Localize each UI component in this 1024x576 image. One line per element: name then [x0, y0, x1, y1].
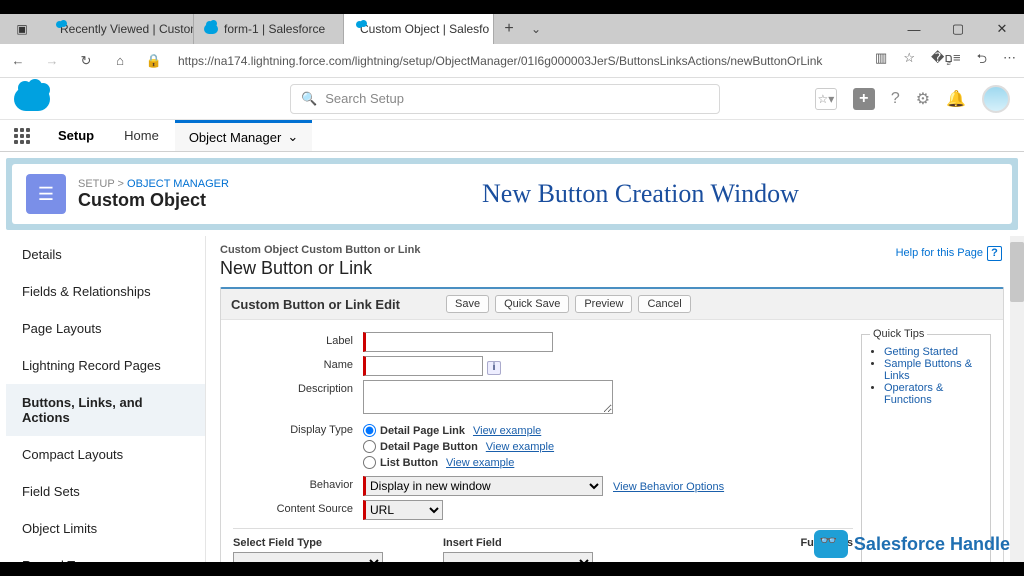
behavior-select[interactable]: Display in new window: [363, 476, 603, 496]
quick-tips-legend: Quick Tips: [870, 328, 927, 340]
nav-home[interactable]: Home: [108, 120, 175, 151]
preview-button[interactable]: Preview: [575, 295, 632, 313]
forward-icon[interactable]: →: [42, 53, 62, 68]
radio-detail-page-link: Detail Page LinkView example: [363, 424, 554, 437]
notifications-icon[interactable]: 🔔: [946, 89, 966, 109]
gear-icon[interactable]: ⚙: [916, 89, 930, 109]
global-actions-button[interactable]: +: [853, 88, 875, 110]
content-source-select[interactable]: URL: [363, 500, 443, 520]
search-placeholder: Search Setup: [325, 91, 404, 106]
page-title: Custom Object: [78, 190, 229, 211]
favorite-icon[interactable]: ☆: [903, 50, 915, 72]
url-field[interactable]: https://na174.lightning.force.com/lightn…: [178, 54, 861, 68]
context-label: Custom Object Custom Button or Link: [220, 244, 1004, 256]
sidebar-item-page-layouts[interactable]: Page Layouts: [6, 310, 205, 347]
more-icon[interactable]: ⋯: [1003, 50, 1016, 72]
help-link[interactable]: Help for this Page: [896, 246, 1002, 261]
edit-panel: Custom Button or Link Edit Save Quick Sa…: [220, 287, 1004, 562]
view-example-link[interactable]: View example: [446, 457, 514, 469]
label-content-source: Content Source: [233, 500, 363, 515]
save-button[interactable]: Save: [446, 295, 489, 313]
insert-field-select[interactable]: [443, 552, 593, 562]
chevron-down-icon: ⌄: [287, 129, 298, 145]
quick-save-button[interactable]: Quick Save: [495, 295, 569, 313]
share-icon[interactable]: ⮌: [977, 50, 987, 72]
favorites-bar-icon[interactable]: �םٍ≡: [931, 50, 961, 72]
tab-form1[interactable]: form-1 | Salesforce: [194, 14, 344, 44]
select-field-type-label: Select Field Type: [233, 537, 383, 549]
minimize-button[interactable]: —: [892, 14, 936, 44]
setup-label: Setup: [44, 120, 108, 151]
description-input[interactable]: [363, 380, 613, 414]
salesforce-header: 🔍 Search Setup ☆▾ + ? ⚙ 🔔: [0, 78, 1024, 120]
tip-getting-started[interactable]: Getting Started: [884, 346, 958, 358]
insert-field-label: Insert Field: [443, 537, 593, 549]
tabs-menu-icon[interactable]: ⌄: [524, 14, 548, 44]
radio-list-button[interactable]: List ButtonView example: [363, 456, 554, 469]
sidebar-item-details[interactable]: Details: [6, 236, 205, 273]
sidebar-item-compact-layouts[interactable]: Compact Layouts: [6, 436, 205, 473]
sidebar-item-buttons-links-actions[interactable]: Buttons, Links, and Actions: [6, 384, 205, 436]
label-description: Description: [233, 380, 363, 395]
lock-icon[interactable]: 🔒: [144, 53, 164, 69]
view-example-link[interactable]: View example: [473, 425, 541, 437]
help-icon[interactable]: ?: [891, 90, 900, 108]
tab-label: Custom Object | Salesfo: [360, 22, 489, 36]
tab-label: Recently Viewed | Custom O: [60, 22, 194, 36]
label-input[interactable]: [363, 332, 553, 352]
label-label: Label: [233, 332, 363, 347]
search-input[interactable]: 🔍 Search Setup: [290, 84, 720, 114]
page-header: ☰ SETUP > OBJECT MANAGER Custom Object N…: [12, 164, 1012, 224]
tab-custom-object[interactable]: Custom Object | Salesfo ×: [344, 14, 494, 44]
label-name: Name: [233, 356, 363, 371]
sidebar-item-object-limits[interactable]: Object Limits: [6, 510, 205, 547]
sidebar-item-record-types[interactable]: Record Types: [6, 547, 205, 562]
favorites-button[interactable]: ☆▾: [815, 88, 837, 110]
field-type-select[interactable]: [233, 552, 383, 562]
sidebar-item-fields[interactable]: Fields & Relationships: [6, 273, 205, 310]
refresh-icon[interactable]: ↻: [76, 53, 96, 69]
browser-tabstrip: ▣ Recently Viewed | Custom O form-1 | Sa…: [0, 14, 1024, 44]
tip-operators-functions[interactable]: Operators & Functions: [884, 382, 943, 406]
label-behavior: Behavior: [233, 476, 363, 491]
object-sidebar: Details Fields & Relationships Page Layo…: [6, 236, 206, 562]
label-display-type: Display Type: [233, 421, 363, 436]
sidebar-item-field-sets[interactable]: Field Sets: [6, 473, 205, 510]
tab-label: form-1 | Salesforce: [224, 22, 325, 36]
section-heading: New Button or Link: [220, 258, 1004, 279]
salesforce-icon: [204, 24, 218, 34]
annotation-overlay: New Button Creation Window: [482, 179, 799, 209]
setup-nav: Setup Home Object Manager ⌄: [0, 120, 1024, 152]
salesforce-logo[interactable]: [14, 87, 50, 111]
scrollbar[interactable]: [1010, 236, 1024, 562]
reading-view-icon[interactable]: ▥: [875, 50, 887, 72]
breadcrumb: SETUP > OBJECT MANAGER: [78, 178, 229, 190]
nav-object-manager[interactable]: Object Manager ⌄: [175, 120, 312, 151]
breadcrumb-link[interactable]: OBJECT MANAGER: [127, 178, 229, 190]
avatar[interactable]: [982, 85, 1010, 113]
new-tab-button[interactable]: +: [494, 14, 524, 44]
name-input[interactable]: [363, 356, 483, 376]
nav-om-label: Object Manager: [189, 130, 282, 145]
quick-tips: Quick Tips Getting Started Sample Button…: [861, 328, 991, 562]
address-bar: ← → ↻ ⌂ 🔒 https://na174.lightning.force.…: [0, 44, 1024, 78]
app-launcher-icon[interactable]: [0, 120, 44, 151]
layers-icon: ☰: [26, 174, 66, 214]
info-icon[interactable]: i: [487, 361, 501, 375]
close-window-button[interactable]: ✕: [980, 14, 1024, 44]
tip-sample-buttons[interactable]: Sample Buttons & Links: [884, 358, 972, 382]
behavior-options-link[interactable]: View Behavior Options: [613, 481, 724, 493]
back-icon[interactable]: ←: [8, 53, 28, 68]
maximize-button[interactable]: ▢: [936, 14, 980, 44]
panel-title: Custom Button or Link Edit: [231, 297, 400, 312]
home-icon[interactable]: ⌂: [110, 53, 130, 68]
view-example-link[interactable]: View example: [486, 441, 554, 453]
search-icon: 🔍: [301, 91, 317, 107]
sidebar-item-lightning-pages[interactable]: Lightning Record Pages: [6, 347, 205, 384]
tab-overview-icon[interactable]: ▣: [0, 14, 44, 44]
functions-label: Functions: [800, 537, 853, 549]
radio-detail-page-button[interactable]: Detail Page ButtonView example: [363, 440, 554, 453]
tab-recent[interactable]: Recently Viewed | Custom O: [44, 14, 194, 44]
cancel-button[interactable]: Cancel: [638, 295, 690, 313]
